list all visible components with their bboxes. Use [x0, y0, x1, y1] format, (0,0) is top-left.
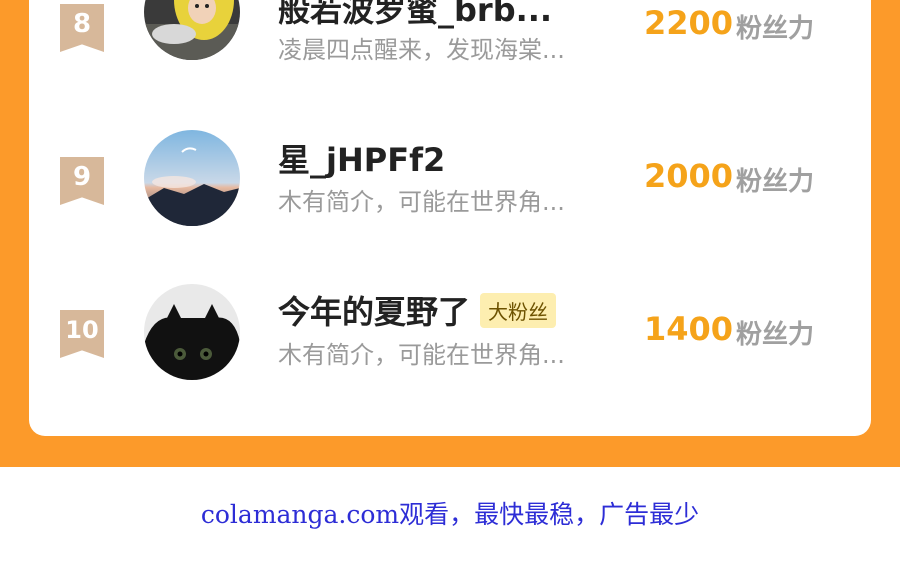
rank-badge: 10 — [60, 310, 104, 358]
site-watermark-link[interactable]: colamanga.com观看，最快最稳，广告最少 — [0, 467, 900, 545]
avatar[interactable] — [144, 284, 240, 380]
ranking-row[interactable]: 8 般若波罗蜜_brb... 凌晨四点醒来，发现海棠... 2200 粉丝力 — [29, 0, 871, 90]
rank-badge: 8 — [60, 4, 104, 52]
fan-power-unit: 粉丝力 — [736, 167, 815, 197]
fan-power-unit: 粉丝力 — [736, 320, 815, 350]
ranking-row[interactable]: 10 今年的夏野了 大粉丝 木有简介，可能在世界角... 1400 粉丝力 — [29, 276, 871, 396]
avatar[interactable] — [144, 0, 240, 60]
user-description: 木有简介，可能在世界角... — [278, 188, 565, 216]
fan-power-unit: 粉丝力 — [736, 14, 815, 44]
ranking-card: 8 般若波罗蜜_brb... 凌晨四点醒来，发现海棠... 2200 粉丝力 9 — [29, 0, 871, 436]
fan-power-score: 1400 — [644, 310, 734, 348]
fan-power-score: 2000 — [644, 157, 734, 195]
user-name[interactable]: 星_jHPFf2 — [278, 135, 445, 181]
fan-power-score: 2200 — [644, 4, 734, 42]
user-description: 凌晨四点醒来，发现海棠... — [278, 36, 565, 64]
rank-badge: 9 — [60, 157, 104, 205]
avatar-image — [144, 284, 240, 380]
user-description: 木有简介，可能在世界角... — [278, 341, 565, 369]
avatar-image — [144, 130, 240, 226]
avatar-image — [144, 0, 240, 60]
user-name[interactable]: 今年的夏野了 — [278, 287, 470, 333]
ranking-row[interactable]: 9 星_jHPFf2 木有简介，可能在世界角... 2000 粉丝力 — [29, 123, 871, 243]
big-fan-badge: 大粉丝 — [480, 292, 557, 328]
avatar[interactable] — [144, 130, 240, 226]
user-name[interactable]: 般若波罗蜜_brb... — [278, 0, 552, 31]
